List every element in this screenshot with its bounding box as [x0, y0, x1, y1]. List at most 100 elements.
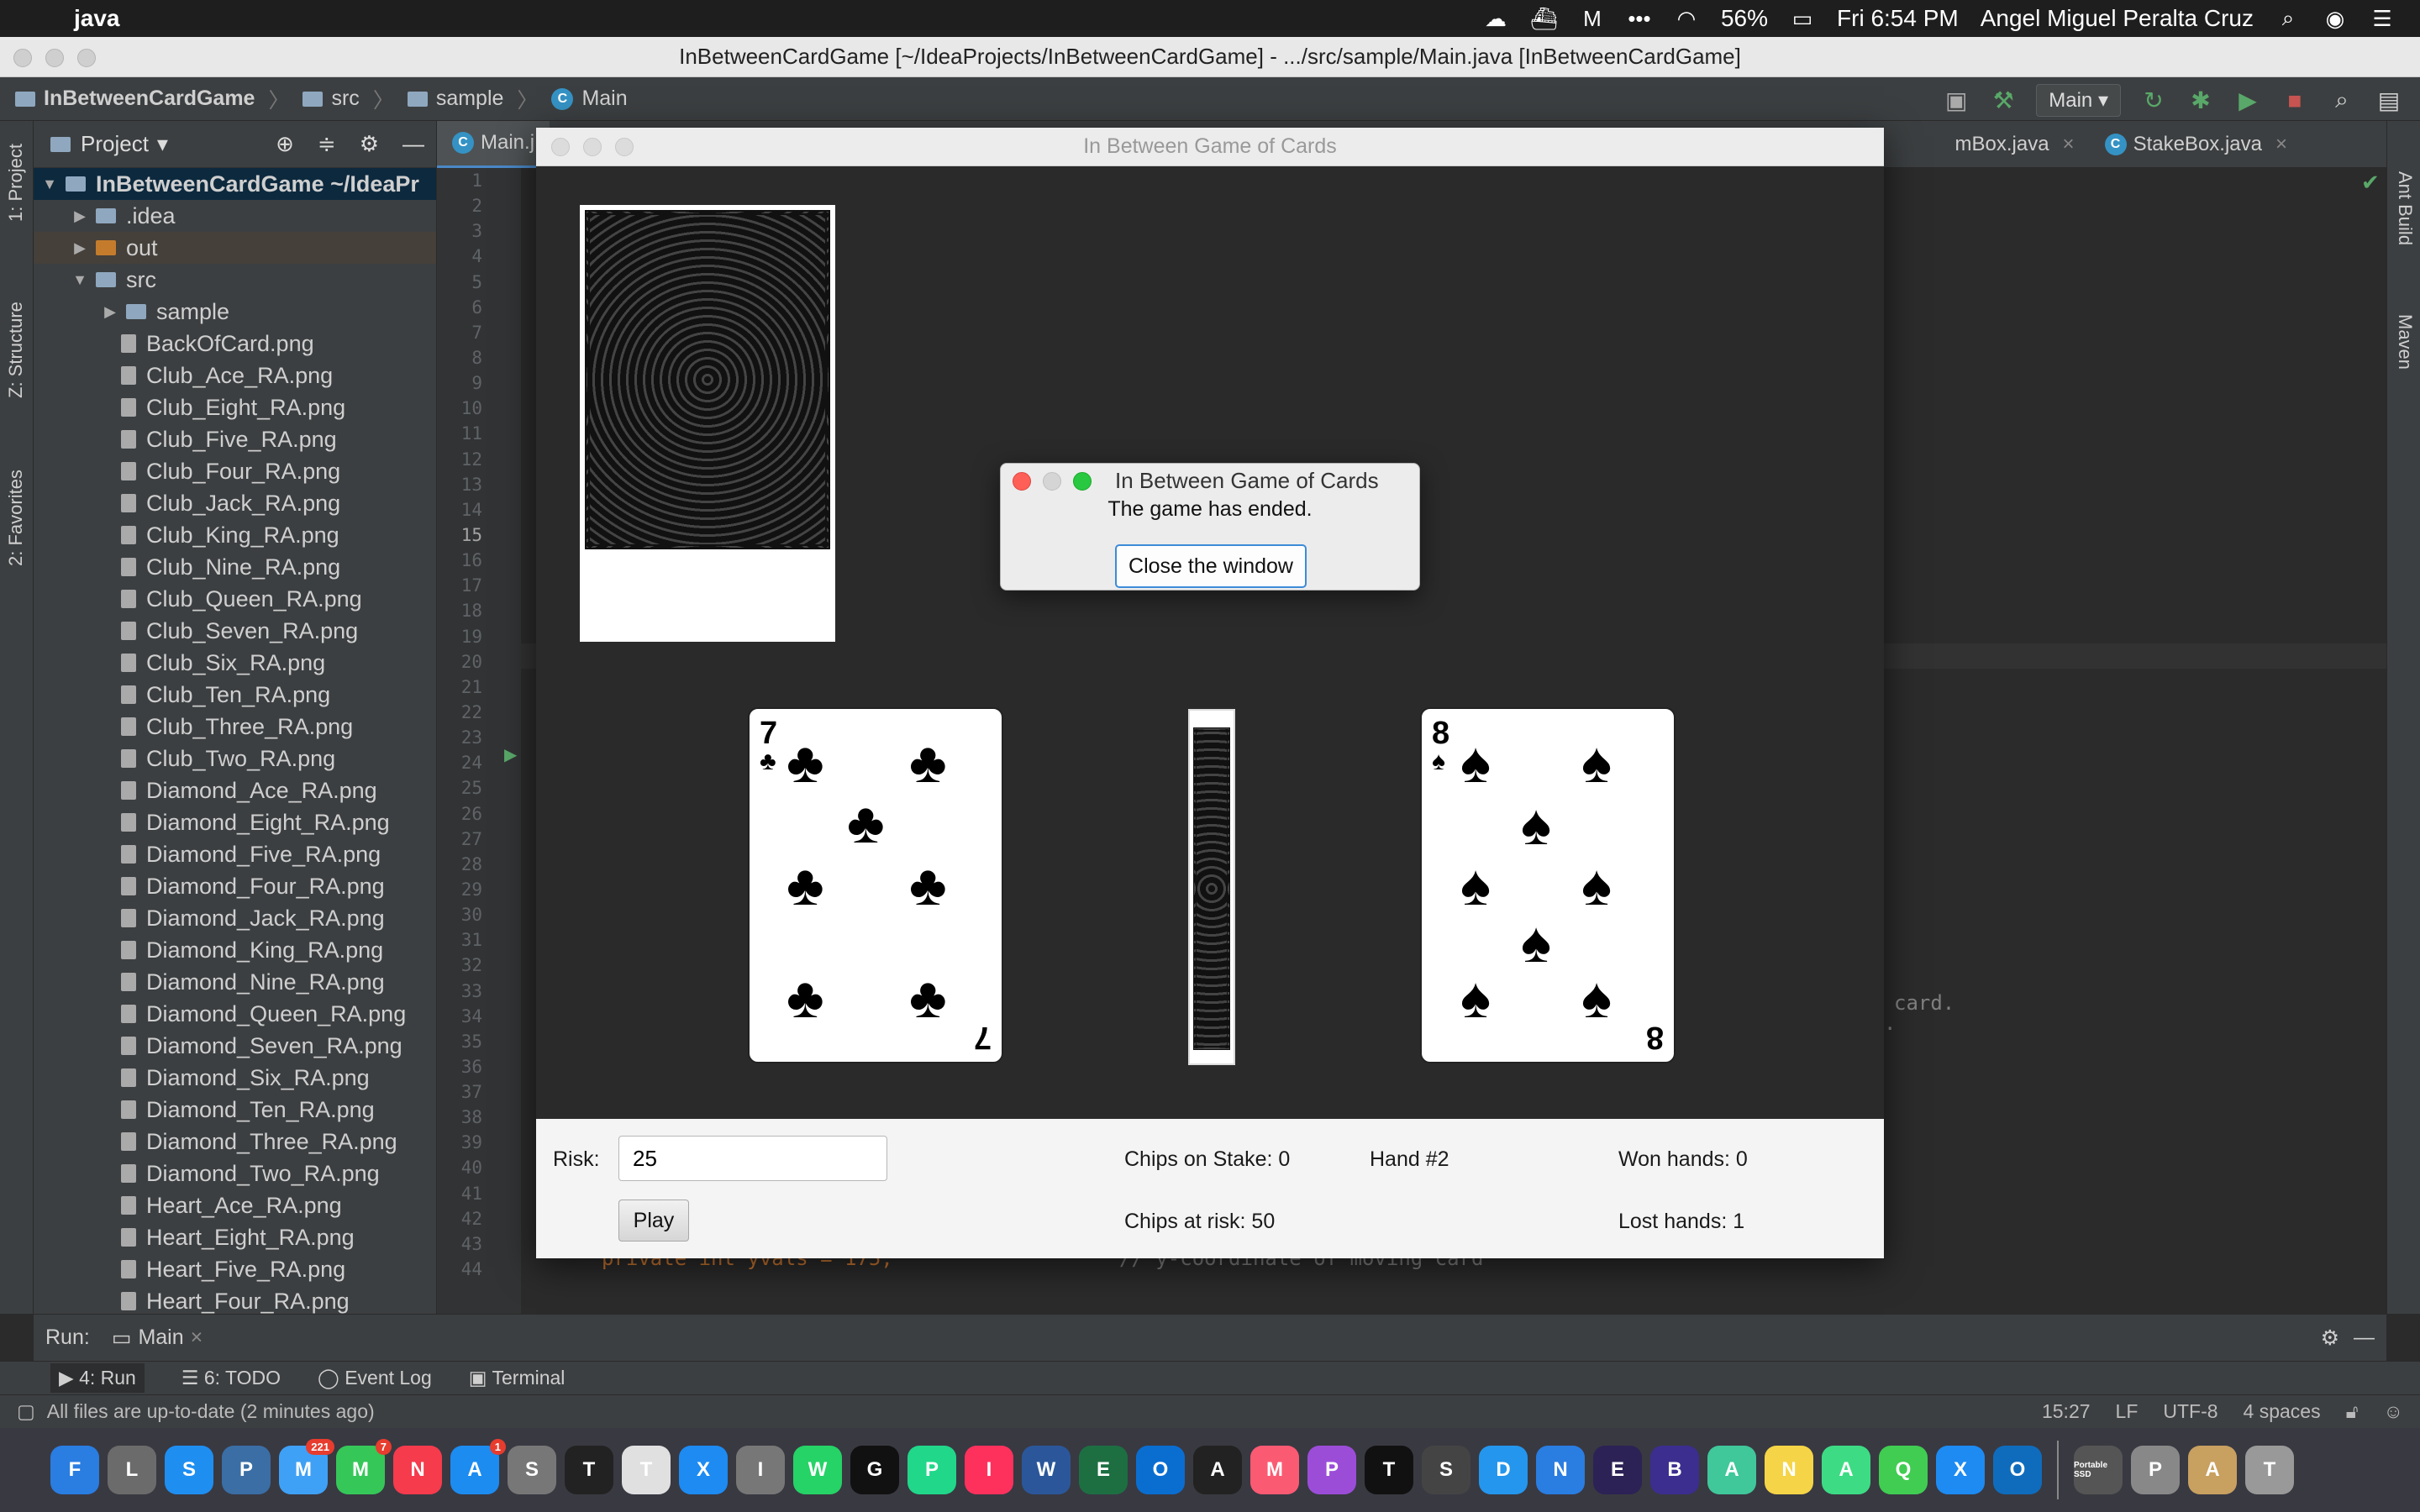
dock-app-eclipse-icon[interactable]: E [1593, 1446, 1642, 1494]
dock-app-whatsapp-icon[interactable]: W [793, 1446, 842, 1494]
tree-file-item[interactable]: Diamond_Jack_RA.png [34, 902, 436, 934]
tab-ant-build[interactable]: Ant Build [2394, 171, 2416, 245]
tree-folder-item[interactable]: ▼ InBetweenCardGame ~/IdeaPr [34, 168, 436, 200]
tree-file-item[interactable]: Diamond_Four_RA.png [34, 870, 436, 902]
tree-file-item[interactable]: BackOfCard.png [34, 328, 436, 360]
dock-app-finder-icon[interactable]: F [50, 1446, 99, 1494]
risk-input[interactable] [618, 1136, 887, 1181]
user-name[interactable]: Angel Miguel Peralta Cruz [1981, 5, 2254, 32]
tree-file-item[interactable]: Diamond_Seven_RA.png [34, 1030, 436, 1062]
dock-app-safari-icon[interactable]: S [165, 1446, 213, 1494]
collapse-all-icon[interactable]: ≑ [318, 131, 336, 157]
dock-app-excel-icon[interactable]: E [1079, 1446, 1128, 1494]
notification-center-icon[interactable]: ☰ [2370, 6, 2395, 31]
tab-maven[interactable]: Maven [2394, 314, 2416, 370]
battery-percent[interactable]: 56% [1721, 5, 1768, 32]
breadcrumb-item-src[interactable]: src [331, 87, 359, 111]
tool-window-run[interactable]: ▶ 4: Run [50, 1363, 145, 1393]
stop-icon[interactable]: ■ [2281, 87, 2309, 114]
gear-icon[interactable]: ⚙ [360, 131, 379, 157]
minimize-dialog-button[interactable] [1043, 472, 1061, 491]
caret-position[interactable]: 15:27 [2042, 1400, 2091, 1423]
dock-app-atom-icon[interactable]: A [1707, 1446, 1756, 1494]
tool-window-todo[interactable]: ☰ 6: TODO [182, 1367, 281, 1389]
zoom-window-button[interactable] [77, 49, 96, 67]
tree-folder-item[interactable]: ▼ src [34, 264, 436, 296]
play-button[interactable]: Play [618, 1200, 689, 1242]
tree-folder-item[interactable]: ▶ .idea [34, 200, 436, 232]
breadcrumb-item-project[interactable]: InBetweenCardGame [44, 87, 255, 111]
dock-app-textedit-icon[interactable]: T [622, 1446, 671, 1494]
expand-arrow-icon[interactable]: ▼ [69, 271, 91, 289]
search-icon[interactable]: ⌕ [2328, 87, 2356, 114]
minimize-window-button[interactable] [583, 138, 602, 156]
dock-app-pycharm-icon[interactable]: P [908, 1446, 956, 1494]
tree-file-item[interactable]: Diamond_Eight_RA.png [34, 806, 436, 838]
tree-file-item[interactable]: Club_Two_RA.png [34, 743, 436, 774]
cloud-icon[interactable]: ☁ [1483, 6, 1508, 31]
tab-structure-tool[interactable]: Z: Structure [5, 302, 27, 398]
gear-icon[interactable]: ⚙ [2321, 1326, 2339, 1351]
dock-app-xcode-tools-icon[interactable]: X [1936, 1446, 1985, 1494]
spotlight-search-icon[interactable]: ⌕ [2275, 5, 2301, 31]
close-tab-icon[interactable]: × [191, 1326, 203, 1350]
tree-file-item[interactable]: Club_Four_RA.png [34, 455, 436, 487]
wifi-icon[interactable]: ◠ [1674, 6, 1699, 31]
tab-main-java[interactable]: C Main.j [437, 120, 550, 168]
tree-file-item[interactable]: Club_Nine_RA.png [34, 551, 436, 583]
dock-app-music-icon[interactable]: M [1250, 1446, 1299, 1494]
tool-window-terminal[interactable]: ▣ Terminal [469, 1367, 566, 1389]
tree-file-item[interactable]: Club_Ten_RA.png [34, 679, 436, 711]
inspection-ok-icon[interactable]: ✔ [2361, 170, 2380, 196]
tree-file-item[interactable]: Diamond_Two_RA.png [34, 1158, 436, 1189]
tree-file-item[interactable]: Club_Ace_RA.png [34, 360, 436, 391]
tab-favorites-tool[interactable]: 2: Favorites [5, 470, 27, 566]
tree-file-item[interactable]: Diamond_Three_RA.png [34, 1126, 436, 1158]
run-configuration-select[interactable]: Main ▾ [2036, 84, 2121, 117]
deck-card-back[interactable] [580, 205, 835, 642]
dock-app-launchpad-icon[interactable]: L [108, 1446, 156, 1494]
code-fragment[interactable]: . [1884, 1011, 1896, 1035]
active-app-name[interactable]: java [74, 5, 120, 32]
project-view-select[interactable]: Project [81, 131, 149, 157]
tree-file-item[interactable]: Diamond_Nine_RA.png [34, 966, 436, 998]
close-dialog-button[interactable] [1013, 472, 1031, 491]
coverage-icon[interactable]: ▶ [2233, 87, 2262, 114]
dock-app-xcode-icon[interactable]: X [679, 1446, 728, 1494]
debug-bug-icon[interactable]: ✱ [2186, 87, 2215, 114]
expand-arrow-icon[interactable]: ▶ [99, 303, 121, 321]
tree-file-item[interactable]: Heart_Five_RA.png [34, 1253, 436, 1285]
tree-file-item[interactable]: Club_Six_RA.png [34, 647, 436, 679]
close-window-button[interactable] [13, 49, 32, 67]
dock-app-outlook-icon[interactable]: O [1993, 1446, 2042, 1494]
indent-setting[interactable]: 4 spaces [2244, 1400, 2321, 1423]
dock-app-scroll-icon[interactable]: S [1422, 1446, 1470, 1494]
tree-file-item[interactable]: Club_Jack_RA.png [34, 487, 436, 519]
tree-file-item[interactable]: Club_Eight_RA.png [34, 391, 436, 423]
status-toggle-icon[interactable]: ▢ [17, 1400, 35, 1423]
more-dots-icon[interactable]: ••• [1627, 6, 1652, 31]
dock-app-messages-icon[interactable]: M7 [336, 1439, 392, 1494]
dock-app-image-capture-icon[interactable]: I [736, 1446, 785, 1494]
rerun-icon[interactable]: ↻ [2139, 87, 2168, 114]
minimize-window-button[interactable] [45, 49, 64, 67]
frame-icon[interactable]: ▣ [1942, 87, 1970, 114]
tab-project-tool[interactable]: 1: Project [5, 144, 27, 222]
tree-file-item[interactable]: Diamond_Ten_RA.png [34, 1094, 436, 1126]
code-fragment[interactable]: card. [1894, 991, 1954, 1015]
tree-file-item[interactable]: Club_Seven_RA.png [34, 615, 436, 647]
tree-file-item[interactable]: Diamond_Queen_RA.png [34, 998, 436, 1030]
dock-app-system-preferences-icon[interactable]: S [508, 1446, 556, 1494]
tree-file-item[interactable]: Diamond_Ace_RA.png [34, 774, 436, 806]
tool-window-event-log[interactable]: ◯ Event Log [318, 1367, 432, 1389]
line-separator[interactable]: LF [2116, 1400, 2139, 1423]
run-tab-main[interactable]: ▭ Main × [112, 1326, 203, 1351]
dock-app-grammarly-icon[interactable]: G [850, 1446, 899, 1494]
tree-file-item[interactable]: Diamond_Five_RA.png [34, 838, 436, 870]
tree-folder-item[interactable]: ▶ sample [34, 296, 436, 328]
build-hammer-icon[interactable]: ⚒ [1989, 87, 2018, 114]
tree-folder-item[interactable]: ▶ out [34, 232, 436, 264]
close-the-window-button[interactable]: Close the window [1115, 544, 1307, 588]
tab-mbox-java[interactable]: mBox.java × [1940, 121, 2090, 168]
hide-panel-icon[interactable]: — [402, 131, 424, 157]
